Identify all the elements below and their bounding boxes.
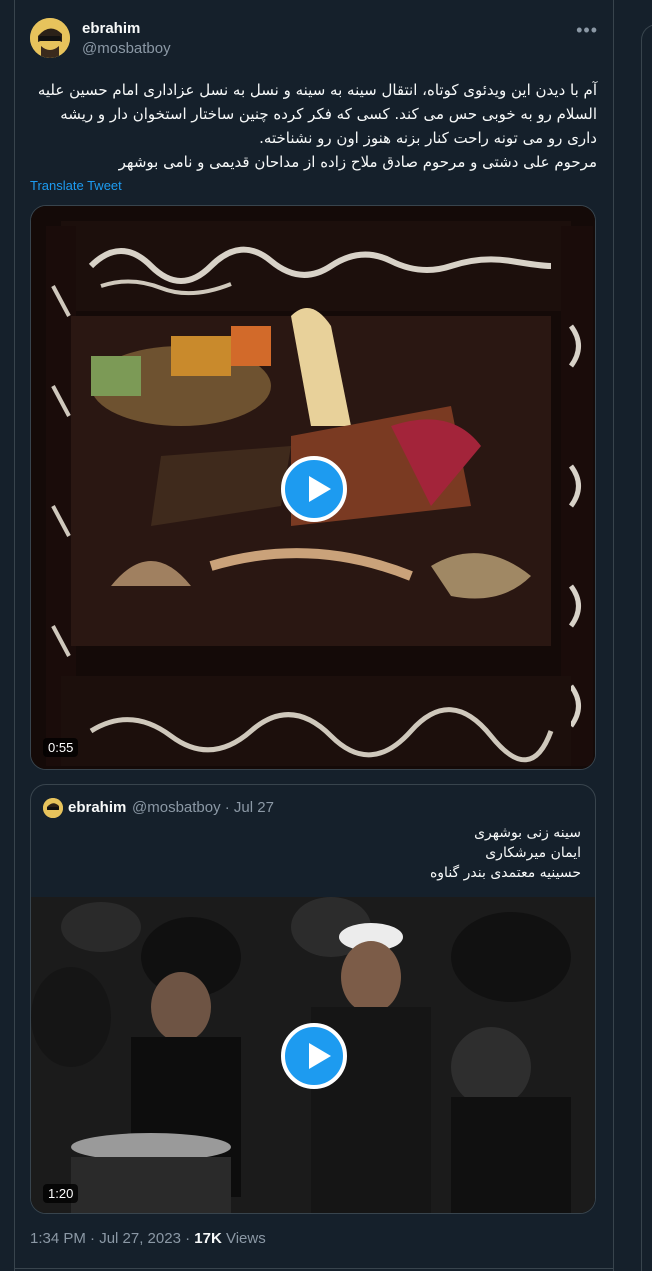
tweet-text-line: آم با دیدن این ویدئوی کوتاه، انتقال سینه…	[37, 81, 597, 147]
views-count: 17K	[194, 1230, 222, 1247]
quoted-avatar	[43, 798, 63, 818]
quoted-tweet-video[interactable]: 1:20	[31, 897, 595, 1213]
quoted-text-line: سینه زنی بوشهری	[474, 825, 581, 841]
quoted-video-duration: 1:20	[43, 1184, 79, 1203]
timestamp[interactable]: 1:34 PM · Jul 27, 2023 ·	[30, 1230, 194, 1247]
more-icon[interactable]: •••	[576, 20, 598, 41]
bottom-divider	[14, 1268, 614, 1269]
tweet-text-line: مرحوم علی دشتی و مرحوم صادق ملاح زاده از…	[118, 153, 597, 171]
quoted-text-line: حسینیه معتمدی بندر گناوه	[429, 865, 581, 881]
play-icon[interactable]	[281, 456, 347, 522]
right-column-border	[613, 0, 614, 1271]
author-handle[interactable]: @mosbatboy	[82, 40, 171, 57]
quoted-tweet[interactable]: ebrahim @mosbatboy · Jul 27 سینه زنی بوش…	[30, 784, 596, 1214]
tweet-header: ebrahim @mosbatboy •••	[30, 18, 600, 62]
sidebar-panel-edge	[641, 24, 652, 1271]
quoted-display-name: ebrahim	[68, 799, 127, 816]
tweet-meta: 1:34 PM · Jul 27, 2023 · 17K Views	[30, 1230, 266, 1247]
tweet-video[interactable]: 0:55	[30, 205, 596, 770]
quoted-text-line: ایمان میرشکاری	[485, 845, 581, 861]
views-label: Views	[221, 1230, 266, 1247]
left-column-border	[14, 0, 15, 1271]
translate-tweet-link[interactable]: Translate Tweet	[30, 178, 122, 193]
author-display-name[interactable]: ebrahim	[82, 20, 140, 37]
play-icon[interactable]	[281, 1023, 347, 1089]
quoted-handle-date: @mosbatboy · Jul 27	[132, 799, 274, 816]
quoted-tweet-text: سینه زنی بوشهری ایمان میرشکاری حسینیه مع…	[181, 823, 581, 883]
tweet-text: آم با دیدن این ویدئوی کوتاه، انتقال سینه…	[30, 78, 597, 174]
avatar[interactable]	[30, 18, 70, 58]
video-duration: 0:55	[43, 738, 79, 757]
